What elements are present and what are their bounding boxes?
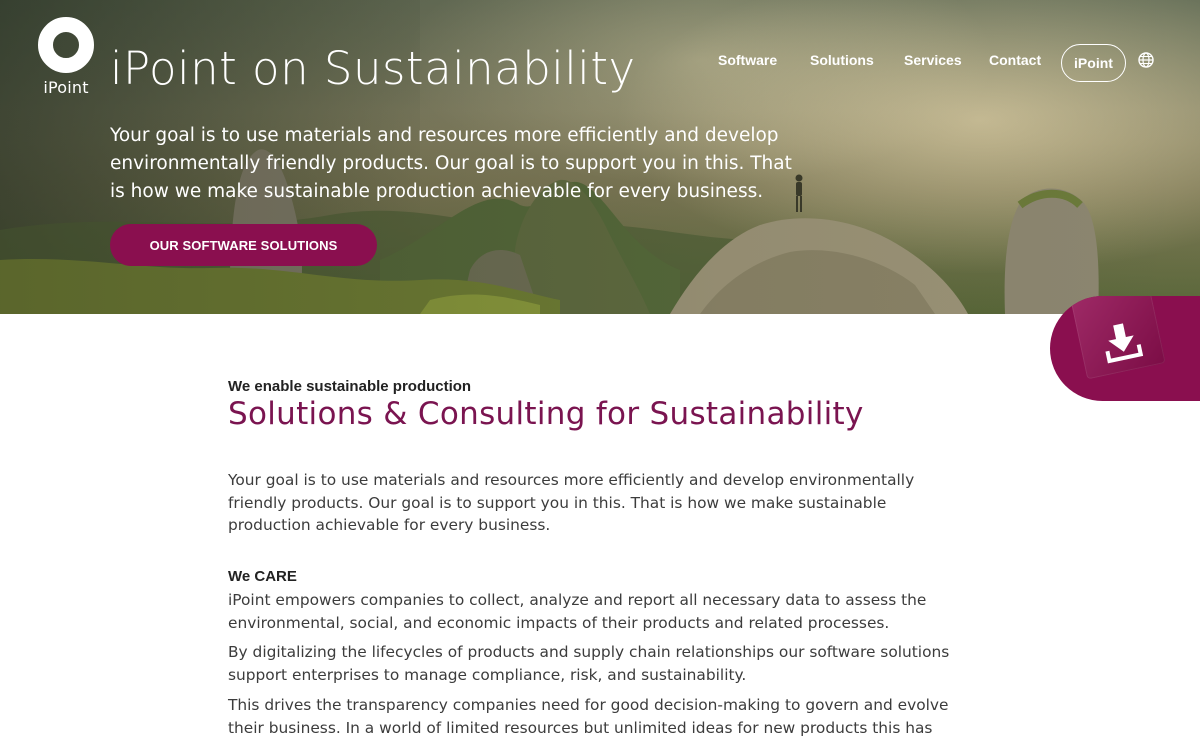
logo-ring-icon: [38, 17, 94, 73]
paragraph-3: This drives the transparency companies n…: [228, 696, 949, 737]
ipoint-logo[interactable]: iPoint: [37, 17, 95, 99]
paragraph-1: iPoint empowers companies to collect, an…: [228, 591, 927, 632]
we-care-heading: We CARE: [228, 568, 297, 585]
nav-item-solutions[interactable]: Solutions: [810, 52, 874, 68]
download-tab[interactable]: [1050, 296, 1200, 401]
globe-icon[interactable]: [1138, 52, 1154, 68]
nav-item-contact[interactable]: Contact: [989, 52, 1041, 68]
logo-text: iPoint: [43, 78, 89, 97]
hero-title: iPoint on Sustainability: [110, 42, 636, 95]
hero-description: Your goal is to use materials and resour…: [110, 125, 792, 202]
section-kicker: We enable sustainable production: [228, 378, 472, 395]
paragraph-2: By digitalizing the lifecycles of produc…: [228, 643, 950, 684]
nav-item-software[interactable]: Software: [718, 52, 777, 68]
intro-paragraph: Your goal is to use materials and resour…: [228, 471, 915, 534]
nav-item-services[interactable]: Services: [904, 52, 962, 68]
software-solutions-button[interactable]: OUR SOFTWARE SOLUTIONS: [110, 224, 377, 266]
hero-banner: iPoint iPoint on Sustainability Your goa…: [0, 0, 1200, 314]
ipoint-menu-button[interactable]: iPoint: [1061, 44, 1126, 82]
section-title: Solutions & Consulting for Sustainabilit…: [228, 396, 864, 432]
download-icon: [1105, 323, 1144, 364]
